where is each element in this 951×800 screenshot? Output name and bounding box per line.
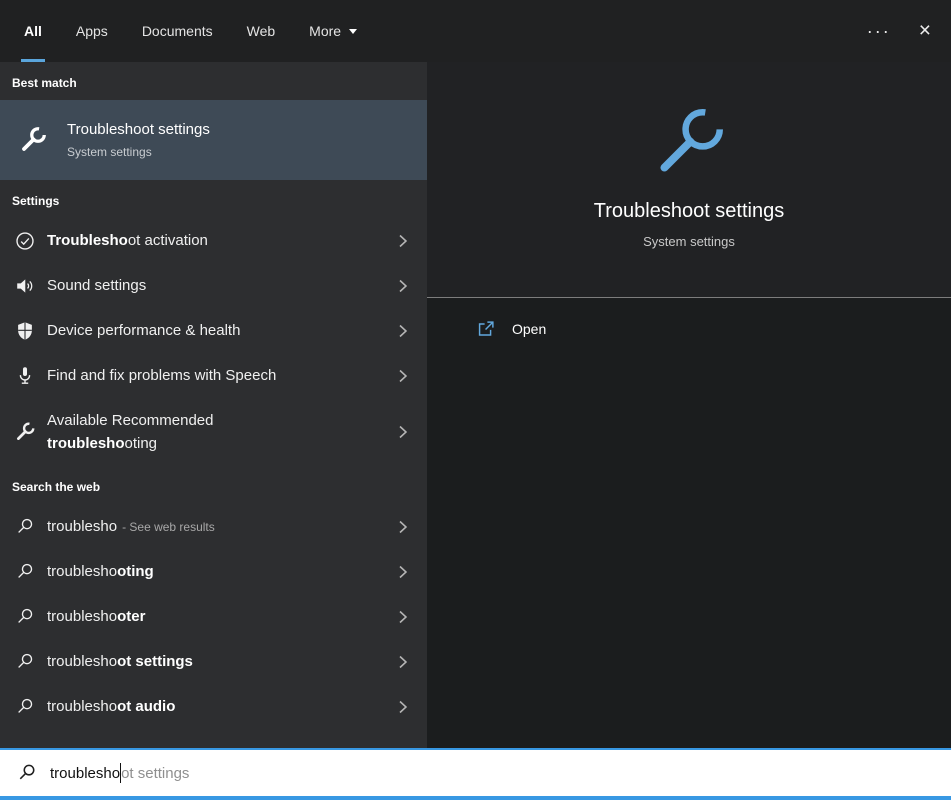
topbar-spacer: [391, 0, 853, 62]
search-icon: [14, 696, 36, 718]
tab-web[interactable]: Web: [247, 0, 276, 62]
open-icon: [475, 318, 497, 340]
settings-item-label: Find and fix problems with Speech: [47, 367, 276, 384]
close-button[interactable]: ×: [905, 0, 951, 62]
web-suggestion-label: troubleshoot audio: [47, 698, 180, 715]
web-suggestion-label: troubleshooter: [47, 608, 150, 625]
search-input-text: troubleshoot settings: [50, 763, 189, 783]
chevron-right-icon: [399, 425, 407, 439]
speaker-icon: [14, 275, 36, 297]
search-icon: [14, 561, 36, 583]
tab-all[interactable]: All: [24, 0, 42, 62]
settings-item-troubleshoot-activation[interactable]: Troubleshoot activation: [0, 218, 427, 263]
tab-apps[interactable]: Apps: [76, 0, 108, 62]
wrench-icon: [14, 421, 36, 443]
results-area: Best match Troubleshoot settings System …: [0, 62, 951, 748]
tab-web-label: Web: [247, 23, 276, 39]
search-inline-suggestion: ot settings: [121, 765, 189, 782]
best-match-subtitle: System settings: [67, 145, 210, 159]
tab-apps-label: Apps: [76, 23, 108, 39]
web-suggestion-1[interactable]: troublesho- See web results: [0, 504, 427, 549]
tab-documents-label: Documents: [142, 23, 213, 39]
search-input[interactable]: troubleshoot settings: [0, 748, 951, 800]
chevron-right-icon: [399, 655, 407, 669]
best-match-header: Best match: [0, 62, 427, 100]
windows-search-panel: All Apps Documents Web More ··· × Best m…: [0, 0, 951, 800]
web-suggestion-label: troublesho- See web results: [47, 518, 215, 535]
settings-item-label: Device performance & health: [47, 322, 240, 339]
best-match-text: Troubleshoot settings System settings: [67, 121, 210, 159]
chevron-right-icon: [399, 565, 407, 579]
tab-documents[interactable]: Documents: [142, 0, 213, 62]
web-suggestion-5[interactable]: troubleshoot audio: [0, 684, 427, 729]
shield-icon: [14, 320, 36, 342]
wrench-icon: [648, 102, 730, 184]
microphone-icon: [14, 365, 36, 387]
chevron-right-icon: [399, 324, 407, 338]
tab-all-label: All: [24, 23, 42, 39]
settings-item-device-performance[interactable]: Device performance & health: [0, 308, 427, 353]
settings-item-recommended-troubleshooting[interactable]: Available Recommended troubleshooting: [0, 398, 427, 466]
web-suggestion-2[interactable]: troubleshooting: [0, 549, 427, 594]
tab-more[interactable]: More: [309, 0, 357, 62]
search-typed-text: troublesho: [50, 765, 120, 782]
settings-item-fix-speech[interactable]: Find and fix problems with Speech: [0, 353, 427, 398]
tab-more-label: More: [309, 23, 341, 39]
open-action[interactable]: Open: [427, 298, 951, 340]
best-match-result[interactable]: Troubleshoot settings System settings: [0, 100, 427, 180]
search-icon: [17, 763, 37, 783]
best-match-title: Troubleshoot settings: [67, 121, 210, 138]
search-icon: [14, 606, 36, 628]
open-action-label: Open: [512, 321, 546, 337]
settings-item-sound-settings[interactable]: Sound settings: [0, 263, 427, 308]
results-list: Best match Troubleshoot settings System …: [0, 62, 427, 748]
settings-item-label: Available Recommended troubleshooting: [47, 412, 214, 452]
chevron-right-icon: [399, 700, 407, 714]
web-suggestion-label: troubleshooting: [47, 563, 159, 580]
web-suggestion-4[interactable]: troubleshoot settings: [0, 639, 427, 684]
settings-section-header: Settings: [0, 180, 427, 218]
chevron-down-icon: [349, 29, 357, 34]
settings-item-label: Sound settings: [47, 277, 146, 294]
preview-title: Troubleshoot settings: [594, 200, 784, 223]
search-icon: [14, 651, 36, 673]
chevron-right-icon: [399, 369, 407, 383]
web-suggestion-label: troubleshoot settings: [47, 653, 198, 670]
search-icon: [14, 516, 36, 538]
more-options-button[interactable]: ···: [853, 0, 905, 62]
preview-subtitle: System settings: [643, 234, 735, 249]
web-section-header: Search the web: [0, 466, 427, 504]
chevron-right-icon: [399, 279, 407, 293]
wrench-icon: [18, 125, 48, 155]
checkmark-circle-icon: [14, 230, 36, 252]
web-suggestion-3[interactable]: troubleshooter: [0, 594, 427, 639]
chevron-right-icon: [399, 520, 407, 534]
search-filter-bar: All Apps Documents Web More ··· ×: [0, 0, 951, 62]
preview-panel: Troubleshoot settings System settings Op…: [427, 62, 951, 748]
settings-item-label: Troubleshoot activation: [47, 232, 208, 249]
preview-hero: Troubleshoot settings System settings: [427, 62, 951, 297]
chevron-right-icon: [399, 610, 407, 624]
chevron-right-icon: [399, 234, 407, 248]
